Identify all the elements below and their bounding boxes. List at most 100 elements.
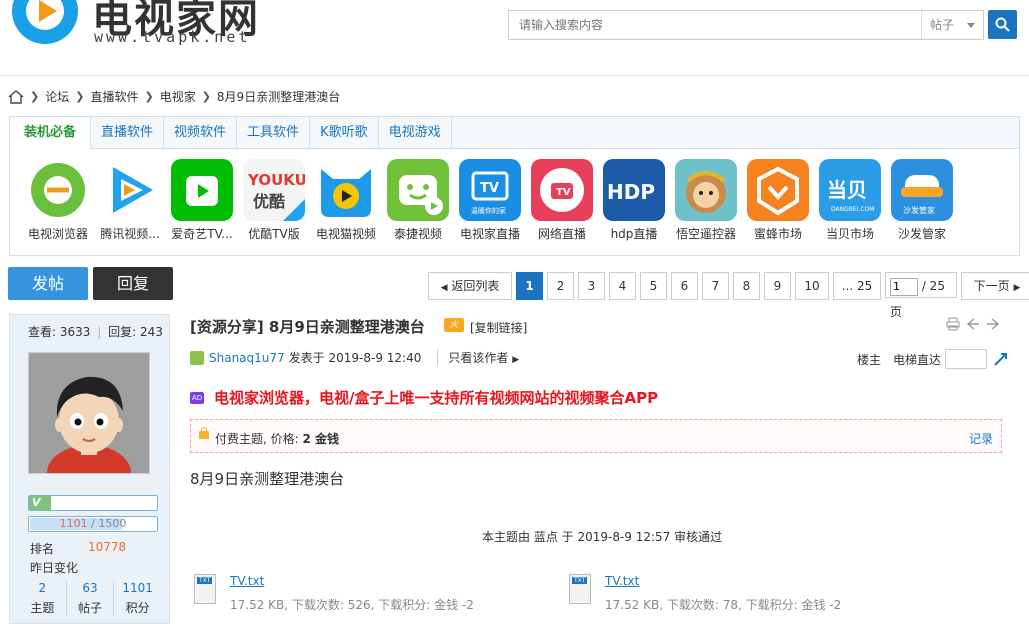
level-bar: V xyxy=(28,495,158,511)
elevator-input[interactable] xyxy=(945,349,988,369)
page-last[interactable]: ... 25 xyxy=(833,272,881,300)
page-5[interactable]: 5 xyxy=(640,272,667,300)
svg-text:TV: TV xyxy=(556,187,571,198)
page-6[interactable]: 6 xyxy=(671,272,698,300)
breadcrumb-item-tvjia[interactable]: 电视家 xyxy=(160,87,196,107)
app-item[interactable]: 沙发管家 沙发管家 xyxy=(886,159,958,242)
counter-label: 帖子 xyxy=(78,601,103,615)
search-button[interactable] xyxy=(988,10,1017,39)
threads-counter[interactable]: 2 主题 xyxy=(19,581,67,616)
author-link[interactable]: Shanaq1u77 xyxy=(209,351,285,365)
svg-text:TV: TV xyxy=(480,181,499,196)
app-item[interactable]: TV 网络直播 xyxy=(526,159,598,242)
promo-banner[interactable]: AD 电视家浏览器，电视/盒子上唯一支持所有视频网站的视频聚合APP xyxy=(190,387,658,408)
user-profile-panel: 查看: 3633 | 回复: 243 V 1101 / 1500 排名 1077… xyxy=(9,314,170,624)
caret-right-icon: ▶ xyxy=(512,355,520,365)
svg-text:HDP: HDP xyxy=(607,180,655,204)
pagination: ◀ 返回列表 1 2 3 4 5 6 7 8 9 10 ... 25 / 25 … xyxy=(428,272,1029,319)
tab-essentials[interactable]: 装机必备 xyxy=(10,117,92,149)
only-author-link[interactable]: 只看该作者 ▶ xyxy=(437,349,519,366)
page-8[interactable]: 8 xyxy=(733,272,760,300)
points-current: 1101 xyxy=(59,517,88,530)
app-item[interactable]: 当贝 DANGBEI.COM 当贝市场 xyxy=(814,159,886,242)
floor-label: 楼主 xyxy=(857,352,882,367)
svg-text:优酷: 优酷 xyxy=(253,192,285,211)
tvcat-app-icon xyxy=(315,159,377,221)
elevator-label: 电梯直达 xyxy=(893,352,942,367)
app-item[interactable]: 电视浏览器 xyxy=(22,159,94,242)
app-item[interactable]: 爱奇艺TV... xyxy=(166,159,238,242)
page-3[interactable]: 3 xyxy=(578,272,605,300)
counter-value: 2 xyxy=(38,581,47,595)
search-scope-label: 帖子 xyxy=(930,18,955,32)
next-thread-icon[interactable] xyxy=(986,317,1000,331)
replies-count: 243 xyxy=(140,325,163,339)
go-floor-icon[interactable] xyxy=(993,351,1009,367)
app-item[interactable]: YOUKU 优酷 优酷TV版 xyxy=(238,159,310,242)
back-to-list-button[interactable]: ◀ 返回列表 xyxy=(428,272,512,300)
reply-button[interactable]: 回复 xyxy=(93,267,173,300)
tab-tools[interactable]: 工具软件 xyxy=(237,117,311,148)
app-item[interactable]: 悟空遥控器 xyxy=(670,159,742,242)
page-9[interactable]: 9 xyxy=(764,272,791,300)
search-input[interactable] xyxy=(509,11,919,39)
only-author-label: 只看该作者 xyxy=(448,351,509,365)
netlive-app-icon: TV xyxy=(531,159,593,221)
paid-label: 付费主题, 价格: xyxy=(215,432,299,446)
ad-badge: AD xyxy=(190,391,204,404)
chevron-right-icon: ❯ xyxy=(144,90,154,103)
app-item[interactable]: 电视猫视频 xyxy=(310,159,382,242)
app-label: 电视猫视频 xyxy=(315,227,376,241)
app-item[interactable]: 蜜蜂市场 xyxy=(742,159,814,242)
copy-link-button[interactable]: [复制链接] xyxy=(470,319,527,336)
paid-info: 付费主题, 价格: 2 金钱 xyxy=(215,430,339,447)
new-post-button[interactable]: 发帖 xyxy=(8,267,88,300)
print-icon[interactable] xyxy=(946,317,960,331)
attachment-link[interactable]: TV.txt xyxy=(230,574,264,588)
page-4[interactable]: 4 xyxy=(609,272,636,300)
page-jump-input[interactable] xyxy=(890,277,918,296)
app-item[interactable]: TV 温暖你的家 电视家直播 xyxy=(454,159,526,242)
avatar[interactable] xyxy=(28,352,150,501)
browser-app-icon xyxy=(27,159,89,221)
views-count: 3633 xyxy=(59,325,91,339)
tvjia-app-icon: TV 温暖你的家 xyxy=(459,159,521,221)
app-label: 网络直播 xyxy=(537,227,586,241)
tab-tv-games[interactable]: 电视游戏 xyxy=(379,117,452,148)
page-2[interactable]: 2 xyxy=(547,272,574,300)
counter-label: 积分 xyxy=(125,601,150,615)
logo-icon[interactable] xyxy=(12,0,78,44)
audit-notice: 本主题由 蓝点 于 2019-8-9 12:57 审核通过 xyxy=(482,530,723,544)
next-page-button[interactable]: 下一页 ▶ xyxy=(961,272,1029,300)
thread-stats: 查看: 3633 | 回复: 243 xyxy=(28,325,163,339)
page-1[interactable]: 1 xyxy=(516,272,543,300)
app-item[interactable]: HDP hdp直播 xyxy=(598,159,670,242)
tab-live-software[interactable]: 直播软件 xyxy=(91,117,165,148)
rank-label: 排名 xyxy=(30,542,55,556)
lock-icon xyxy=(199,427,209,439)
page-7[interactable]: 7 xyxy=(702,272,729,300)
sofa-manager-app-icon: 沙发管家 xyxy=(891,159,953,221)
site-header: 电视家网 www.tvapk.net 帖子 xyxy=(0,0,1029,76)
purchase-record-link[interactable]: 记录 xyxy=(969,430,993,447)
next-page-label: 下一页 xyxy=(973,279,1010,293)
points-counter[interactable]: 1101 积分 xyxy=(114,581,161,616)
bee-market-app-icon xyxy=(747,159,809,221)
prev-thread-icon[interactable] xyxy=(966,317,980,331)
posts-counter[interactable]: 63 帖子 xyxy=(67,581,115,616)
search-icon xyxy=(995,17,1010,32)
txt-file-icon xyxy=(569,574,591,604)
page-10[interactable]: 10 xyxy=(795,272,829,300)
breadcrumb-item-forum[interactable]: 论坛 xyxy=(45,87,69,107)
app-item[interactable]: 腾讯视频... xyxy=(94,159,166,242)
rank-value: 10778 xyxy=(88,540,127,554)
attachment-link[interactable]: TV.txt xyxy=(605,574,639,588)
tab-karaoke[interactable]: K歌听歌 xyxy=(310,117,379,148)
chevron-left-icon: ◀ xyxy=(440,283,448,293)
app-item[interactable]: 泰捷视频 xyxy=(382,159,454,242)
tab-video-software[interactable]: 视频软件 xyxy=(164,117,238,148)
home-icon[interactable] xyxy=(8,89,24,105)
breadcrumb-item-live-software[interactable]: 直播软件 xyxy=(90,87,138,107)
breadcrumb-item-current[interactable]: 8月9日亲测整理港澳台 xyxy=(217,87,340,107)
search-scope-select[interactable]: 帖子 xyxy=(921,11,983,39)
